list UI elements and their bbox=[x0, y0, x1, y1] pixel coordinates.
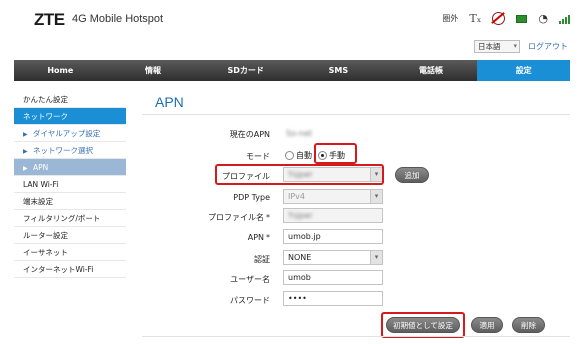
apn-label: APN * bbox=[160, 233, 270, 242]
apn-label-text: APN bbox=[247, 233, 264, 242]
delete-button[interactable]: 削除 bbox=[512, 317, 545, 333]
battery-icon bbox=[516, 14, 528, 23]
status-bar: 圏外 Tₓ ◔ bbox=[442, 12, 570, 25]
chevron-right-icon: ▶ bbox=[23, 165, 28, 172]
nav-home[interactable]: Home bbox=[14, 60, 107, 81]
chevron-down-icon: ▾ bbox=[370, 190, 382, 203]
page-title: APN bbox=[155, 94, 184, 110]
nav-phonebook[interactable]: 電話帳 bbox=[385, 60, 478, 81]
current-apn-label: 現在のAPN bbox=[229, 130, 270, 139]
current-apn-value: So-net bbox=[286, 129, 313, 138]
chevron-down-icon: ▾ bbox=[370, 251, 382, 264]
pdp-type-select[interactable]: IPv4 ▾ bbox=[283, 189, 383, 204]
nav-info[interactable]: 情報 bbox=[107, 60, 200, 81]
auth-label: 認証 bbox=[254, 255, 270, 264]
nav-sd-card[interactable]: SDカード bbox=[199, 60, 292, 81]
mode-auto-radio[interactable]: 自動 bbox=[285, 150, 312, 161]
main-nav: Home 情報 SDカード SMS 電話帳 設定 bbox=[14, 60, 571, 81]
password-label: パスワード bbox=[230, 296, 270, 305]
sidebar-item-filtering[interactable]: フィルタリング/ポート bbox=[14, 210, 126, 227]
chevron-right-icon: ▶ bbox=[23, 148, 28, 155]
auth-select[interactable]: NONE ▾ bbox=[283, 250, 383, 265]
no-network-icon bbox=[492, 12, 506, 25]
sidebar-item-label: APN bbox=[33, 163, 49, 172]
sidebar-item-device[interactable]: 端末設定 bbox=[14, 193, 126, 210]
apn-input[interactable]: umob.jp bbox=[283, 229, 383, 244]
required-mark: * bbox=[266, 213, 270, 222]
signal-status-text: 圏外 bbox=[442, 14, 459, 23]
sidebar-item-label: ダイヤルアップ設定 bbox=[33, 129, 101, 138]
mode-auto-label: 自動 bbox=[296, 151, 312, 160]
add-button[interactable]: 追加 bbox=[395, 167, 429, 183]
highlight-mode-manual bbox=[314, 143, 357, 164]
chevron-right-icon: ▶ bbox=[23, 131, 28, 138]
sidebar-item-network[interactable]: ネットワーク bbox=[14, 108, 126, 125]
auth-value: NONE bbox=[288, 253, 312, 262]
divider bbox=[142, 114, 570, 115]
sidebar-item-dialup[interactable]: ▶ ダイヤルアップ設定 bbox=[14, 125, 126, 142]
mode-label: モード bbox=[246, 152, 270, 161]
pdp-type-value: IPv4 bbox=[288, 192, 306, 201]
nav-sms[interactable]: SMS bbox=[292, 60, 385, 81]
sidebar-item-label: ネットワーク選択 bbox=[33, 146, 93, 155]
username-label: ユーザー名 bbox=[230, 275, 270, 284]
logout-link[interactable]: ログアウト bbox=[528, 41, 568, 52]
sidebar-item-network-select[interactable]: ▶ ネットワーク選択 bbox=[14, 142, 126, 159]
sidebar-item-ethernet[interactable]: イーサネット bbox=[14, 244, 126, 261]
sim-icon: Tₓ bbox=[469, 12, 482, 25]
required-mark: * bbox=[266, 233, 270, 242]
profile-name-label: プロファイル名 * bbox=[160, 212, 270, 223]
zte-logo: ZTE bbox=[34, 10, 65, 29]
profile-name-label-text: プロファイル名 bbox=[208, 213, 264, 222]
sidebar-item-quick-setup[interactable]: かんたん設定 bbox=[14, 91, 126, 108]
sidebar-item-lan-wifi[interactable]: LAN Wi-Fi bbox=[14, 176, 126, 193]
product-name: 4G Mobile Hotspot bbox=[72, 13, 164, 25]
wifi-icon: ◔ bbox=[538, 12, 548, 25]
sidebar-item-internet-wifi[interactable]: インターネットWi-Fi bbox=[14, 261, 126, 278]
signal-icon bbox=[559, 14, 570, 24]
sidebar-item-router[interactable]: ルーター設定 bbox=[14, 227, 126, 244]
header: ZTE 4G Mobile Hotspot 圏外 Tₓ ◔ bbox=[0, 0, 584, 38]
apply-button[interactable]: 適用 bbox=[471, 317, 503, 333]
nav-settings[interactable]: 設定 bbox=[477, 60, 571, 81]
divider bbox=[142, 336, 570, 337]
sidebar: かんたん設定 ネットワーク ▶ ダイヤルアップ設定 ▶ ネットワーク選択 ▶ APN … bbox=[14, 91, 126, 278]
sidebar-item-apn[interactable]: ▶ APN bbox=[14, 159, 126, 176]
password-input[interactable]: •••• bbox=[283, 291, 383, 306]
pdp-type-label: PDP Type bbox=[233, 193, 270, 202]
profile-name-value: Ysjper bbox=[288, 211, 313, 220]
username-input[interactable]: umob bbox=[283, 270, 383, 285]
radio-icon bbox=[285, 151, 294, 160]
language-row: 日本語 ログアウト bbox=[474, 40, 568, 53]
highlight-set-default bbox=[381, 312, 465, 338]
highlight-profile bbox=[215, 164, 384, 185]
language-select[interactable]: 日本語 bbox=[474, 40, 520, 53]
profile-name-input[interactable]: Ysjper bbox=[283, 208, 383, 223]
